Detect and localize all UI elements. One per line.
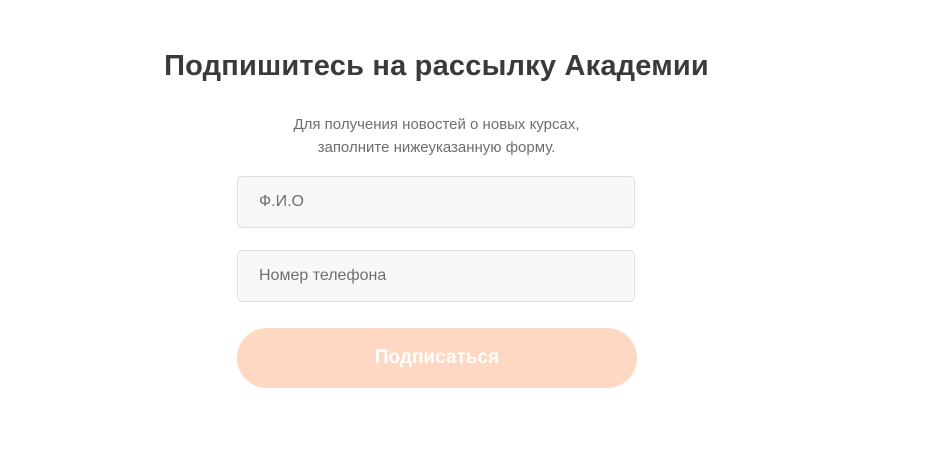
name-input[interactable] xyxy=(238,177,634,227)
name-field-container xyxy=(237,176,635,228)
description-line-2: заполните нижеуказанную форму. xyxy=(317,139,556,156)
subscribe-button[interactable]: Подписаться xyxy=(237,328,637,388)
phone-field-container xyxy=(237,250,635,302)
subscription-form-section: Подпишитесь на рассылку Академии Для пол… xyxy=(0,0,925,449)
phone-input[interactable] xyxy=(238,251,634,301)
page-title: Подпишитесь на рассылку Академии xyxy=(164,50,709,82)
form-description: Для получения новостей о новых курсах, з… xyxy=(236,113,637,159)
description-line-1: Для получения новостей о новых курсах, xyxy=(293,116,580,133)
